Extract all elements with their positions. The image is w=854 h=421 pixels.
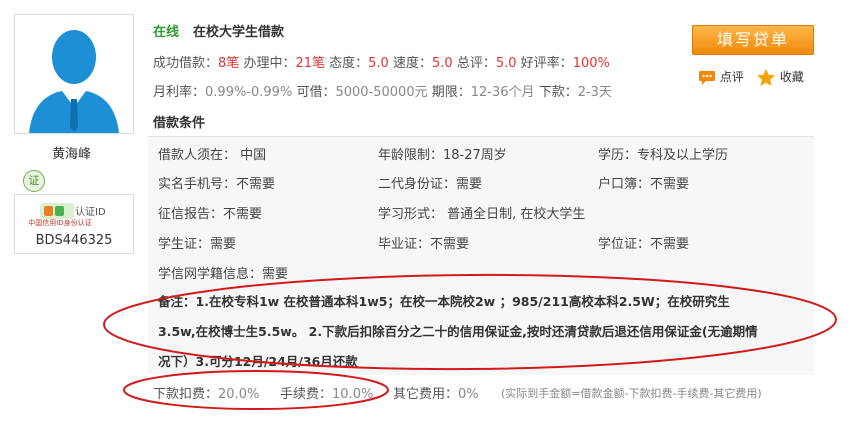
note-annotation-ellipse xyxy=(103,273,837,371)
annotation-overlay xyxy=(103,273,837,410)
fee-annotation-ellipse xyxy=(123,370,389,410)
